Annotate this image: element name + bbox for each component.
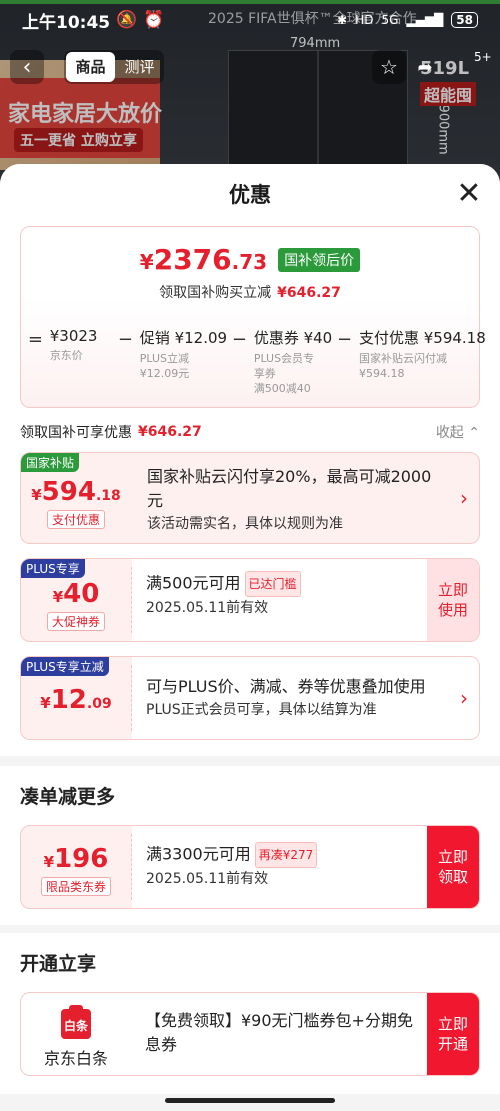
back-button[interactable]: ‹ [10,50,44,84]
minus-sign: − [117,329,133,350]
hd-icon: HD [355,13,374,27]
coupon-title: 满3300元可用 [146,844,251,864]
coupon-badge: 国家补贴 [21,453,80,472]
mute-icon: 🔕 [116,10,138,30]
tab-review[interactable]: 测评 [115,52,164,82]
star-icon: ☆ [380,55,398,79]
coupon-label: 大促神券 [46,612,105,631]
battery-icon: 58 [451,12,478,28]
coupon-badge: PLUS专享立减 [21,657,109,676]
back-icon: ‹ [22,54,32,80]
coupon-national-subsidy[interactable]: 国家补贴 ¥594.18 支付优惠 国家补贴云闪付享20%，最高可减2000元 … [20,452,480,544]
chevron-right-icon: › [460,486,468,510]
section-title: 开通立享 [20,953,97,975]
bluetooth-icon: ✱ [337,13,348,27]
coupon-validity: 2025.05.11前有效 [146,871,269,887]
section-header: 领取国补可享优惠 ¥646.27 收起 ⌃ [20,422,480,442]
coupon-amount: ¥196 [43,844,109,874]
status-bar: 上午10:45 🔕 ⏰ ✱ HD 5G ▂▄▆█ 58 [0,0,500,40]
activate-button[interactable]: 立即 开通 [427,993,479,1075]
coupon-badge: PLUS专享 [21,559,85,578]
threshold-tag: 已达门槛 [244,571,301,597]
equals-sign: = [27,329,43,350]
section-total: ¥646.27 [138,424,202,440]
coupon-category: ¥196 限品类东券 满3300元可用 再凑¥277 2025.05.11前有效 … [20,825,480,909]
minus-sign: − [337,329,353,350]
price-subline: 领取国补购买立减 ¥646.27 [159,285,341,301]
status-time: 上午10:45 [22,12,111,33]
coupon-title: 可与PLUS价、满减、券等优惠叠加使用 [146,677,426,696]
close-button[interactable]: ✕ [454,179,484,210]
more-savings-section: 凑单减更多 ¥196 限品类东券 满3300元可用 再凑¥277 2025.05.… [0,766,500,925]
chevron-right-icon: › [449,657,479,739]
coupon-subtitle: 该活动需实名，具体以规则为准 [147,516,343,532]
price-breakdown-card: ¥2376.73 国补领后价 领取国补购买立减 ¥646.27 = ¥3023 京… [20,226,486,408]
tab-product[interactable]: 商品 [66,52,115,82]
collapse-button[interactable]: 收起 ⌃ [436,422,480,442]
formula-item-payment: 支付优惠 ¥594.18 国家补贴云闪付减 ¥594.18 [358,329,486,380]
home-indicator[interactable] [165,1098,335,1103]
use-now-button[interactable]: 立即 使用 [427,559,479,641]
coupon-amount: ¥594.18 [31,477,121,507]
discount-sheet: 优惠 ✕ ¥2376.73 国补领后价 领取国补购买立减 ¥646.27 = ¥3… [0,164,500,1111]
coupon-plus-discount[interactable]: PLUS专享立减 ¥12.09 可与PLUS价、满减、券等优惠叠加使用 PLUS… [20,656,480,740]
final-price: ¥2376.73 [139,243,268,276]
coupon-plus-exclusive: PLUS专享 ¥40 大促神券 满500元可用 已达门槛 2025.05.11前有… [20,558,480,642]
signal-icon: ▂▄▆█ [406,13,444,27]
coupon-amount: ¥12.09 [40,685,112,715]
alarm-icon: ⏰ [143,10,165,30]
minus-sign: − [231,329,247,350]
discount-details: ¥2376.73 国补领后价 领取国补购买立减 ¥646.27 = ¥3023 京… [0,226,500,756]
baitiao-offer: 【免费领取】¥90无门槛券包+分期免息券 [145,1011,413,1054]
price-tag: 国补领后价 [278,247,361,272]
share-button[interactable]: ➦ [408,50,442,84]
favorite-button[interactable]: ☆ [372,50,406,84]
formula-item-coupon: 优惠券 ¥40 PLUS会员专 享券 满500减40 [253,329,333,395]
sheet-header: 优惠 ✕ [0,164,500,226]
more-badge[interactable]: 5+ [474,50,496,68]
coupon-amount: ¥40 [52,579,100,609]
topup-tag: 再凑¥277 [254,842,318,868]
coupon-title: 国家补贴云闪付享20%，最高可减2000元 [147,467,432,510]
coupon-subtitle: PLUS正式会员可享，具体以结算为准 [146,702,377,718]
coupon-label: 限品类东券 [40,877,111,896]
baitiao-name: 京东白条 [43,1049,108,1068]
baitiao-card: 白条 京东白条 【免费领取】¥90无门槛券包+分期免息券 立即 开通 [20,992,480,1076]
claim-now-button[interactable]: 立即 领取 [427,826,479,908]
sheet-title: 优惠 [229,183,271,207]
page-tabs: 商品 测评 [64,50,164,84]
section-title: 凑单减更多 [20,786,116,808]
coupon-title: 满500元可用 [146,573,241,593]
coupon-label: 支付优惠 [46,510,105,529]
coupon-validity: 2025.05.11前有效 [146,600,269,616]
baitiao-icon: 白条 [61,1005,91,1039]
price-formula: = ¥3023 京东价 − 促销 ¥12.09 PLUS立减 ¥12.09元 −… [21,323,486,396]
network-icon: 5G [381,13,399,27]
formula-item-promo: 促销 ¥12.09 PLUS立减 ¥12.09元 [139,329,228,380]
close-icon: ✕ [456,176,482,211]
formula-item-jd-price: ¥3023 京东价 [49,327,98,362]
share-icon: ➦ [417,56,433,78]
activate-section: 开通立享 白条 京东白条 【免费领取】¥90无门槛券包+分期免息券 立即 开通 [0,933,500,1094]
